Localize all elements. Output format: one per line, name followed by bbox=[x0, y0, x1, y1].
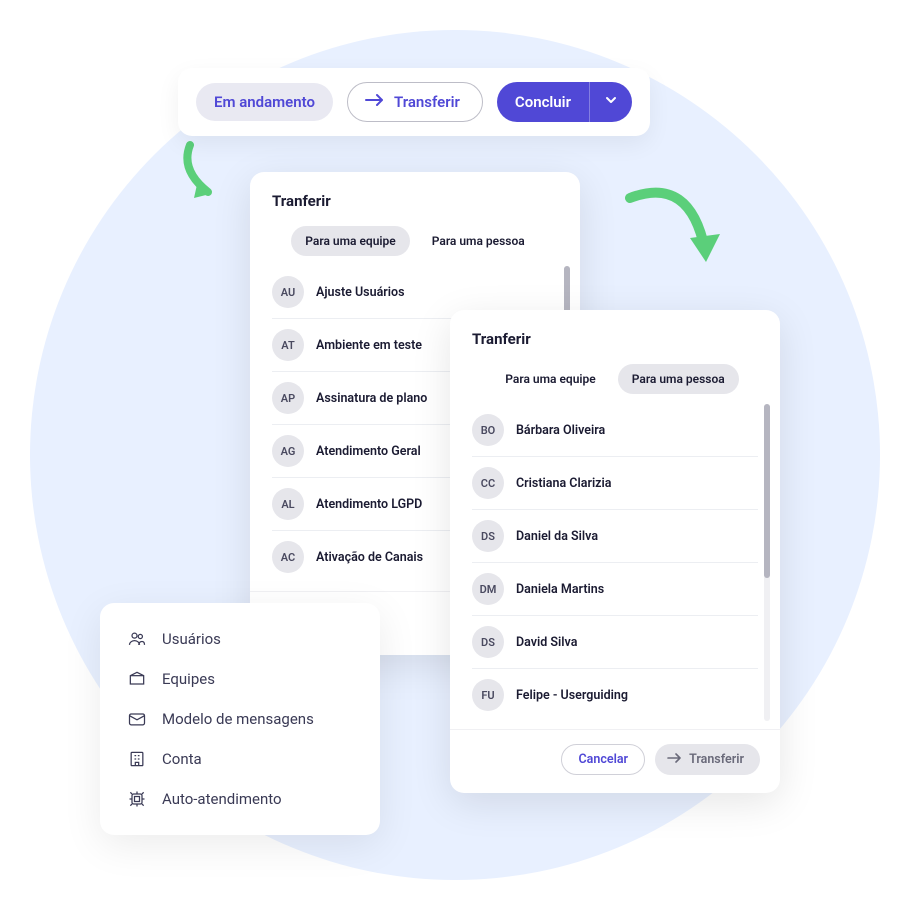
sidebar-item-selfservice[interactable]: Auto-atendimento bbox=[126, 779, 354, 819]
chip-icon bbox=[126, 788, 148, 810]
box-icon bbox=[126, 668, 148, 690]
sidebar-item-label: Auto-atendimento bbox=[162, 790, 282, 808]
avatar: AG bbox=[272, 435, 304, 467]
transfer-submit-button[interactable]: Transferir bbox=[655, 744, 760, 775]
tab-team-label: Para uma equipe bbox=[305, 234, 395, 248]
list-item-label: Atendimento Geral bbox=[316, 444, 421, 459]
list-item[interactable]: BO Bárbara Oliveira bbox=[472, 404, 758, 457]
modal-tabs: Para uma equipe Para uma pessoa bbox=[450, 364, 780, 404]
concluir-label: Concluir bbox=[497, 83, 589, 121]
avatar: DS bbox=[472, 520, 504, 552]
transfer-submit-label: Transferir bbox=[689, 752, 744, 767]
status-label: Em andamento bbox=[214, 93, 315, 111]
tab-team[interactable]: Para uma equipe bbox=[291, 226, 409, 256]
avatar: AL bbox=[272, 488, 304, 520]
modal-footer: Cancelar Transferir bbox=[450, 729, 780, 793]
status-pill: Em andamento bbox=[196, 83, 333, 121]
avatar: DS bbox=[472, 626, 504, 658]
building-icon bbox=[126, 748, 148, 770]
list-item[interactable]: DM Daniela Martins bbox=[472, 563, 758, 616]
list-item-label: Daniela Martins bbox=[516, 582, 604, 597]
list-item-label: Daniel da Silva bbox=[516, 529, 598, 544]
avatar: AT bbox=[272, 329, 304, 361]
curved-arrow-icon bbox=[620, 180, 730, 304]
modal-title: Tranferir bbox=[450, 310, 780, 364]
list-item-label: Assinatura de plano bbox=[316, 391, 427, 406]
list-item-label: Bárbara Oliveira bbox=[516, 423, 605, 438]
arrow-right-icon bbox=[667, 752, 683, 768]
list-item-label: Ajuste Usuários bbox=[316, 285, 405, 300]
action-toolbar: Em andamento Transferir Concluir bbox=[178, 68, 650, 136]
scrollbar[interactable] bbox=[764, 404, 770, 721]
tab-person[interactable]: Para uma pessoa bbox=[418, 226, 539, 256]
sidebar-item-label: Conta bbox=[162, 750, 202, 768]
avatar: AP bbox=[272, 382, 304, 414]
list-item-label: David Silva bbox=[516, 635, 577, 650]
list-item-label: Ativação de Canais bbox=[316, 550, 423, 565]
transfer-modal-person: Tranferir Para uma equipe Para uma pesso… bbox=[450, 310, 780, 793]
cancel-label: Cancelar bbox=[578, 752, 628, 767]
sidebar-item-label: Modelo de mensagens bbox=[162, 710, 314, 728]
avatar: DM bbox=[472, 573, 504, 605]
avatar: AU bbox=[272, 276, 304, 308]
list-item-label: Cristiana Clarizia bbox=[516, 476, 611, 491]
list-item[interactable]: DS David Silva bbox=[472, 616, 758, 669]
list-item-label: Atendimento LGPD bbox=[316, 497, 422, 512]
users-icon bbox=[126, 628, 148, 650]
list-item[interactable]: FU Felipe - Userguiding bbox=[472, 669, 758, 721]
tab-person-label: Para uma pessoa bbox=[432, 234, 525, 248]
arrow-right-icon bbox=[364, 92, 386, 112]
list-item-label: Ambiente em teste bbox=[316, 338, 422, 353]
list-item[interactable]: CC Cristiana Clarizia bbox=[472, 457, 758, 510]
tab-team-label: Para uma equipe bbox=[505, 372, 595, 386]
person-list: BO Bárbara Oliveira CC Cristiana Clarizi… bbox=[450, 404, 780, 721]
sidebar-item-label: Equipes bbox=[162, 670, 215, 688]
transfer-label: Transferir bbox=[394, 93, 460, 111]
sidebar-item-users[interactable]: Usuários bbox=[126, 619, 354, 659]
concluir-dropdown-toggle[interactable] bbox=[590, 83, 632, 121]
avatar: FU bbox=[472, 679, 504, 711]
list-item-label: Felipe - Userguiding bbox=[516, 688, 628, 703]
tab-person-label: Para uma pessoa bbox=[632, 372, 725, 386]
avatar: BO bbox=[472, 414, 504, 446]
modal-tabs: Para uma equipe Para uma pessoa bbox=[250, 226, 580, 266]
chevron-down-icon bbox=[604, 93, 618, 111]
curved-arrow-icon bbox=[170, 140, 240, 214]
envelope-icon bbox=[126, 708, 148, 730]
avatar: CC bbox=[472, 467, 504, 499]
sidebar-item-message-templates[interactable]: Modelo de mensagens bbox=[126, 699, 354, 739]
tab-person[interactable]: Para uma pessoa bbox=[618, 364, 739, 394]
modal-title: Tranferir bbox=[250, 172, 580, 226]
sidebar-item-label: Usuários bbox=[162, 630, 221, 648]
sidebar-item-teams[interactable]: Equipes bbox=[126, 659, 354, 699]
avatar: AC bbox=[272, 541, 304, 573]
list-item[interactable]: DS Daniel da Silva bbox=[472, 510, 758, 563]
cancel-button[interactable]: Cancelar bbox=[561, 744, 645, 775]
concluir-button[interactable]: Concluir bbox=[497, 82, 632, 122]
sidebar-item-account[interactable]: Conta bbox=[126, 739, 354, 779]
settings-menu: Usuários Equipes Modelo de mensagens Con… bbox=[100, 603, 380, 835]
tab-team[interactable]: Para uma equipe bbox=[491, 364, 609, 394]
transfer-button[interactable]: Transferir bbox=[347, 82, 483, 122]
